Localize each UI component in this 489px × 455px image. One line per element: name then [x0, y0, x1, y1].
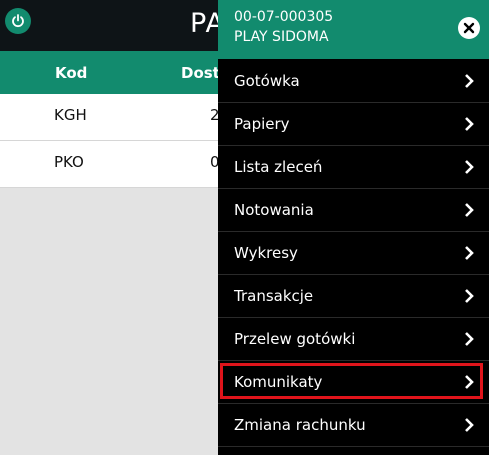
menu-item-label: Notowania	[234, 201, 314, 219]
power-button[interactable]	[5, 8, 31, 34]
menu-item-komunikaty[interactable]: Komunikaty	[218, 361, 489, 404]
menu-header: 00-07-000305 PLAY SIDOMA	[218, 0, 489, 59]
menu-item-label: Zmiana rachunku	[234, 416, 366, 434]
chevron-right-icon	[465, 74, 474, 88]
cell-kod: PKO	[54, 153, 84, 171]
menu-item-gotowka[interactable]: Gotówka	[218, 60, 489, 103]
menu-item-wykresy[interactable]: Wykresy	[218, 232, 489, 275]
close-button[interactable]	[458, 17, 480, 39]
chevron-right-icon	[465, 289, 474, 303]
menu-item-label: Gotówka	[234, 72, 300, 90]
menu-item-label: Transakcje	[234, 287, 314, 305]
menu-item-label: Lista zleceń	[234, 158, 323, 176]
menu-item-notowania[interactable]: Notowania	[218, 189, 489, 232]
menu-item-label: Komunikaty	[234, 373, 323, 391]
menu-item-przelew-gotowki[interactable]: Przelew gotówki	[218, 318, 489, 361]
menu-item-transakcje[interactable]: Transakcje	[218, 275, 489, 318]
chevron-right-icon	[465, 117, 474, 131]
menu-item-papiery[interactable]: Papiery	[218, 103, 489, 146]
menu-item-label: Papiery	[234, 115, 290, 133]
chevron-right-icon	[465, 418, 474, 432]
chevron-right-icon	[465, 160, 474, 174]
cell-kod: KGH	[54, 106, 87, 124]
menu-item-label: Przelew gotówki	[234, 330, 356, 348]
side-menu: 00-07-000305 PLAY SIDOMA Gotówka Papiery…	[218, 0, 489, 455]
chevron-right-icon	[465, 203, 474, 217]
chevron-right-icon	[465, 332, 474, 346]
account-name: PLAY SIDOMA	[234, 29, 329, 45]
power-icon	[12, 14, 24, 28]
account-number: 00-07-000305	[234, 9, 334, 25]
menu-item-label: Wykresy	[234, 244, 298, 262]
chevron-right-icon	[465, 375, 474, 389]
chevron-right-icon	[465, 246, 474, 260]
menu-list: Gotówka Papiery Lista zleceń Notowania W…	[218, 60, 489, 447]
close-icon	[463, 22, 475, 34]
menu-item-zmiana-rachunku[interactable]: Zmiana rachunku	[218, 404, 489, 447]
column-header-kod[interactable]: Kod	[55, 64, 87, 82]
menu-item-lista-zlecen[interactable]: Lista zleceń	[218, 146, 489, 189]
